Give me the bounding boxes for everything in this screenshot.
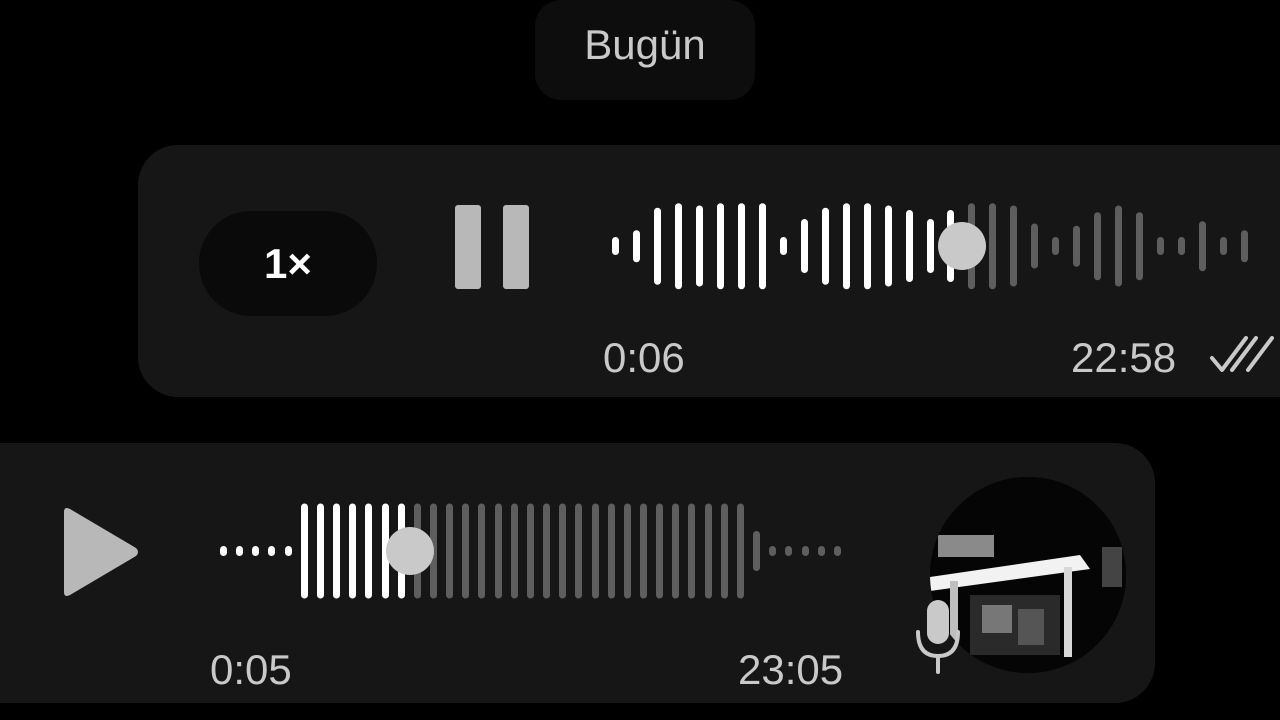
waveform-bar [640,503,647,599]
waveform-bar [695,205,703,287]
waveform-bar [1094,212,1102,280]
waveform-bar [1241,230,1249,262]
waveform-bar [316,503,324,599]
waveform-bar [1136,212,1144,280]
waveform-bar [656,503,664,599]
waveform-bar [559,503,567,599]
chat-screen: Bugün 1× 0:06 22:58 0:05 23:05 [0,0,1280,720]
waveform-bar [1199,221,1207,271]
waveform-bar [672,503,680,599]
waveform-bar [753,531,761,571]
waveform-bar [716,203,724,289]
waveform-bar [884,205,892,287]
waveform-bar [758,203,766,289]
incoming-scrubber-knob[interactable] [385,527,434,575]
outgoing-scrubber-knob[interactable] [937,222,986,270]
waveform-bar [526,503,534,599]
waveform-bar [462,503,470,599]
waveform-bar [1010,205,1018,287]
waveform-bar [1052,237,1060,255]
waveform-bar [769,546,777,556]
waveform-bar [591,503,599,599]
waveform-bar [785,546,793,556]
waveform-bar [674,203,682,289]
waveform-bar [833,546,841,556]
waveform-bar [220,546,227,556]
waveform-bar [632,230,640,262]
waveform-bar [801,546,809,556]
waveform-bar [779,237,787,255]
waveform-bar [1157,237,1165,255]
waveform-bar [543,503,551,599]
waveform-bar [446,503,454,599]
waveform-bar [510,503,518,599]
play-icon[interactable] [60,506,140,598]
waveform-bar [268,546,276,556]
outgoing-sent-time: 22:58 [1071,334,1177,381]
waveform-bar [863,203,871,289]
waveform-bar [478,503,486,599]
waveform-bar [236,546,244,556]
waveform-bar [349,503,357,599]
waveform-bar [653,207,661,285]
waveform-bar [989,203,997,289]
waveform-bar [1220,237,1228,255]
date-separator: Bugün [535,0,755,100]
incoming-sent-time: 23:05 [738,646,844,693]
microphone-icon [916,600,960,674]
playback-speed-button[interactable]: 1× [199,211,377,316]
waveform-bar [1115,205,1123,287]
waveform-bar [720,503,728,599]
waveform-bar [575,503,583,599]
waveform-bar [736,503,744,599]
waveform-bar [252,546,260,556]
waveform-bar [821,207,829,285]
waveform-bar [704,503,712,599]
waveform-bar [607,503,615,599]
incoming-duration: 0:05 [210,646,292,693]
waveform-bar [1031,223,1039,269]
waveform-bar [737,203,745,289]
waveform-bar [494,503,502,599]
waveform-bar [612,237,619,255]
waveform-bar [842,203,850,289]
waveform-bar [926,219,934,273]
waveform-bar [800,219,808,273]
waveform-bar [300,503,308,599]
outgoing-duration: 0:06 [603,334,685,381]
double-check-icon [1210,336,1274,372]
date-label: Bugün [584,21,706,68]
waveform-bar [1178,237,1186,255]
waveform-bar [688,503,696,599]
waveform-bar [905,210,913,282]
waveform-bar [817,546,825,556]
waveform-bar [365,503,373,599]
waveform-bar [333,503,341,599]
waveform-bar [284,546,292,556]
waveform-bar [623,503,631,599]
pause-icon[interactable] [455,205,529,289]
waveform-bar [1073,225,1081,267]
